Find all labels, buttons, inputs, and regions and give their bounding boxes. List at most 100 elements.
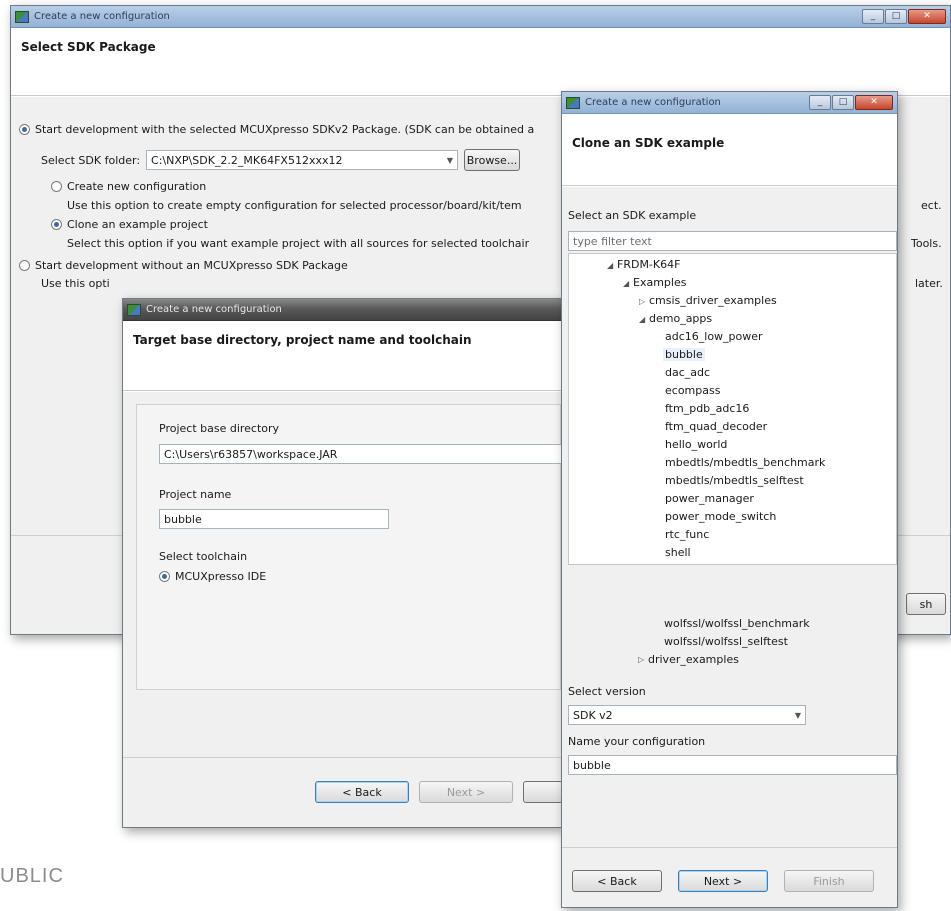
tree-item[interactable]: mbedtls/mbedtls_benchmark [665,456,825,469]
radio-create-new[interactable] [51,181,62,192]
sdk-folder-value: C:\NXP\SDK_2.2_MK64FX512xxx12 [151,153,343,167]
page-header: Select SDK Package [11,28,950,96]
project-name-label: Project name [159,488,232,501]
example-tree: ◢ FRDM-K64F ◢ Examples ▷ cmsis_driver_examp… [568,253,897,565]
toolchain-label: Select toolchain [159,550,248,563]
create-new-desc: Use this option to create empty configur… [67,199,522,212]
radio-with-sdk[interactable] [19,124,30,135]
tree-item[interactable]: hello_world [665,438,727,451]
app-icon [15,10,29,23]
clone-desc-tail: Tools. [911,237,942,250]
version-select[interactable]: SDK v2 ▼ [568,705,806,725]
close-icon[interactable]: ✕ [855,95,893,110]
expanded-icon[interactable]: ◢ [639,315,649,324]
version-value: SDK v2 [573,708,613,722]
select-example-label: Select an SDK example [568,209,697,222]
close-icon[interactable]: ✕ [908,9,946,24]
tree-item[interactable]: wolfssl/wolfssl_selftest [664,635,788,648]
tree-node-cmsis[interactable]: ▷ cmsis_driver_examples [639,294,777,307]
footer-classification-text: UBLIC [0,865,64,887]
page-title: Clone an SDK example [572,136,725,150]
sdk-folder-row: Select SDK folder: C:\NXP\SDK_2.2_MK64FX… [41,149,521,171]
project-name-input[interactable]: bubble [159,509,389,529]
option-clone[interactable]: Clone an example project [51,218,208,231]
tree-item[interactable]: adc16_low_power [665,330,763,343]
tree-item[interactable]: power_mode_switch [665,510,776,523]
expanded-icon[interactable]: ◢ [607,261,617,270]
toolchain-option[interactable]: MCUXpresso IDE [159,570,266,583]
project-settings-titlebar[interactable]: Create a new configuration [123,299,561,321]
sdk-folder-combo[interactable]: C:\NXP\SDK_2.2_MK64FX512xxx12 ▼ [146,150,459,170]
tree-node-examples[interactable]: ◢ Examples [623,276,686,289]
tree-item[interactable]: wolfssl/wolfssl_benchmark [664,617,810,630]
tree-item-selected[interactable]: bubble [663,348,705,361]
tree-item[interactable]: dac_adc [665,366,710,379]
sdk-package-titlebar[interactable]: Create a new configuration _ □ ✕ [11,6,950,28]
select-version-label: Select version [568,685,646,698]
option-without-sdk[interactable]: Start development without an MCUXpresso … [19,259,348,272]
base-dir-input[interactable]: C:\Users\r63857\workspace.JAR [159,444,563,464]
window-title: Create a new configuration [34,11,170,22]
tree-item[interactable]: ftm_pdb_adc16 [665,402,749,415]
without-sdk-desc: Use this opti [41,277,110,290]
tree-item[interactable]: power_manager [665,492,754,505]
finish-button-partial[interactable] [523,781,563,803]
page-title: Select SDK Package [21,40,156,54]
sdk-folder-label: Select SDK folder: [41,153,141,167]
collapsed-icon[interactable]: ▷ [639,297,649,306]
maximize-icon[interactable]: □ [885,9,907,24]
without-sdk-desc-tail: later. [915,277,943,290]
clone-example-body: Select an SDK example type filter text ◢… [562,187,897,907]
minimize-icon[interactable]: _ [809,95,831,110]
chevron-down-icon: ▼ [794,710,801,720]
clone-example-window: Create a new configuration _ □ ✕ Clone a… [561,91,898,908]
next-button[interactable]: Next > [419,781,513,803]
window-controls: _ □ ✕ [862,9,946,24]
tree-item[interactable]: mbedtls/mbedtls_selftest [665,474,804,487]
tree-node-driver-examples[interactable]: ▷ driver_examples [638,653,739,666]
option-clone-label: Clone an example project [67,218,208,231]
next-button[interactable]: Next > [678,870,768,892]
page-title: Target base directory, project name and … [133,333,472,347]
expanded-icon[interactable]: ◢ [623,279,633,288]
radio-mcuxpresso[interactable] [159,571,170,582]
back-button[interactable]: < Back [572,870,662,892]
tree-item[interactable]: ecompass [665,384,720,397]
clone-desc: Select this option if you want example p… [67,237,530,250]
back-button[interactable]: < Back [315,781,409,803]
app-icon [566,96,580,109]
tree-item[interactable]: rtc_func [665,528,709,541]
filter-input[interactable]: type filter text [568,231,897,251]
app-icon [127,303,141,316]
option-with-sdk[interactable]: Start development with the selected MCUX… [19,123,534,136]
option-create-new-label: Create new configuration [67,180,207,193]
maximize-icon[interactable]: □ [832,95,854,110]
radio-clone[interactable] [51,219,62,230]
project-settings-body: Project base directory C:\Users\r63857\w… [123,392,563,827]
browse-button[interactable]: Browse... [464,149,521,171]
tree-node-board[interactable]: ◢ FRDM-K64F [607,258,680,271]
option-without-sdk-label: Start development without an MCUXpresso … [35,259,348,272]
create-new-desc-tail: ect. [921,199,942,212]
finish-button[interactable]: Finish [784,870,874,892]
clone-example-titlebar[interactable]: Create a new configuration _ □ ✕ [562,92,897,114]
base-dir-label: Project base directory [159,422,280,435]
toolchain-option-label: MCUXpresso IDE [175,570,267,583]
radio-without-sdk[interactable] [19,260,30,271]
project-settings-window: Create a new configuration Target base d… [122,298,563,828]
tree-item[interactable]: shell [665,546,691,559]
tree-item[interactable]: ftm_quad_decoder [665,420,767,433]
name-config-label: Name your configuration [568,735,706,748]
option-create-new[interactable]: Create new configuration [51,180,206,193]
footer-divider [123,757,561,758]
minimize-icon[interactable]: _ [862,9,884,24]
window-title: Create a new configuration [146,304,282,315]
page-header: Target base directory, project name and … [123,321,561,391]
collapsed-icon[interactable]: ▷ [638,655,648,664]
chevron-down-icon: ▼ [446,155,454,165]
tree-node-demo-apps[interactable]: ◢ demo_apps [639,312,712,325]
option-with-sdk-label: Start development with the selected MCUX… [35,123,535,136]
page-header: Clone an SDK example [562,114,897,186]
finish-button[interactable]: sh [906,593,946,615]
config-name-input[interactable]: bubble [568,755,897,775]
